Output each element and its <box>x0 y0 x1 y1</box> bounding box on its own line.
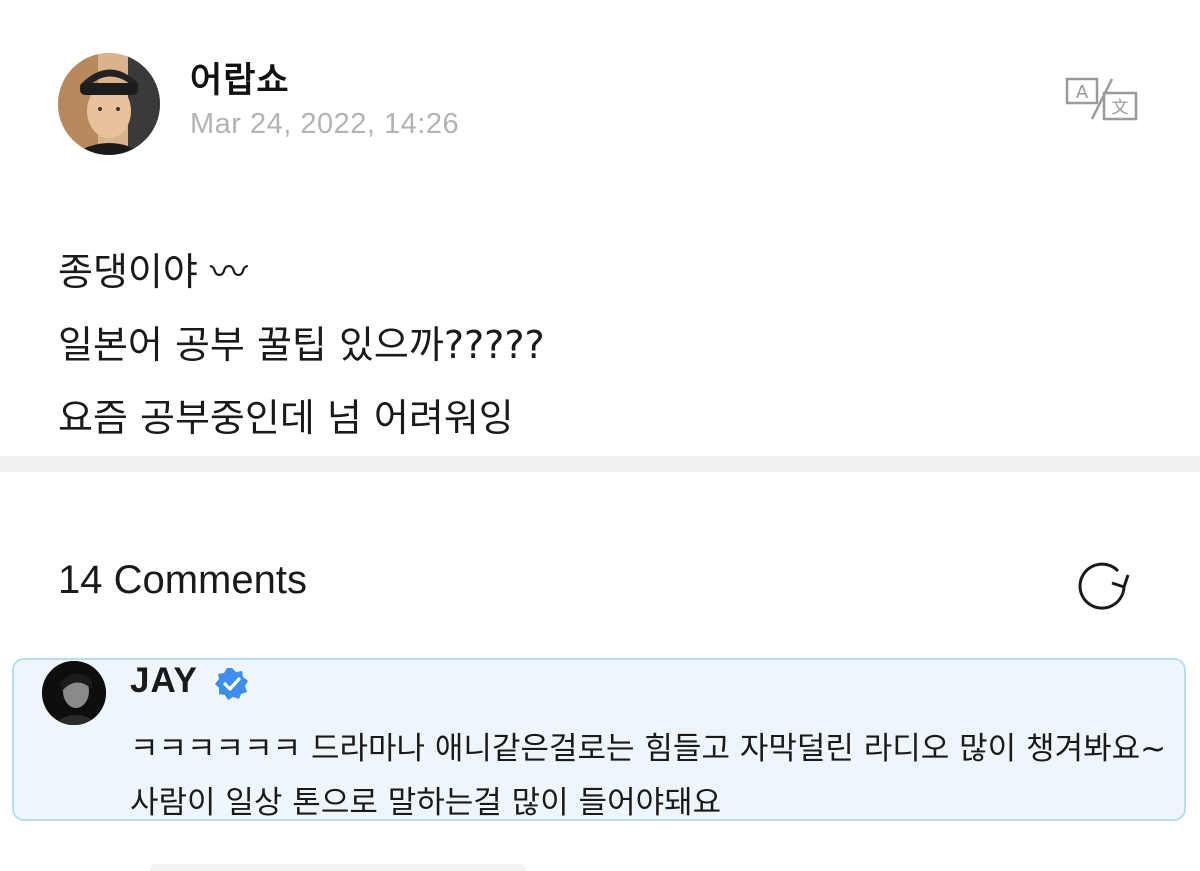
comment-text: ㅋㅋㅋㅋㅋㅋ 드라마나 애니같은걸로는 힘들고 자막덜린 라디오 많이 챙겨봐요… <box>130 731 1167 821</box>
translate-icon[interactable]: A 文 <box>1064 73 1140 125</box>
post-timestamp: Mar 24, 2022, 14:26 <box>190 108 460 140</box>
verified-badge-icon <box>214 666 250 702</box>
svg-text:文: 文 <box>1112 98 1129 118</box>
post-line: 요즘 공부중인데 넘 어려워잉 <box>58 396 514 440</box>
post-card: 어랍쇼 Mar 24, 2022, 14:26 A 文 종댕이야 〰 일본어 공… <box>0 0 1200 456</box>
comment-item[interactable]: JAY ㅋㅋㅋㅋㅋㅋ 드라마나 애니같은걸로는 힘들고 자막덜린 라디오 많이 … <box>12 658 1186 821</box>
commenter-name[interactable]: JAY <box>130 661 198 701</box>
next-comment-preview <box>150 864 526 871</box>
section-divider <box>0 456 1200 472</box>
post-line: 종댕이야 〰 <box>58 250 248 294</box>
refresh-icon[interactable] <box>1072 557 1132 613</box>
author-name[interactable]: 어랍쇼 <box>190 52 290 103</box>
post-line: 일본어 공부 꿀팁 있으까????? <box>58 323 545 367</box>
post-body: 종댕이야 〰 일본어 공부 꿀팁 있으까????? 요즘 공부중인데 넘 어려워… <box>58 236 545 455</box>
author-avatar[interactable] <box>58 53 160 155</box>
svg-text:A: A <box>1076 82 1089 103</box>
commenter-avatar[interactable] <box>42 661 106 725</box>
comments-count-header: 14 Comments <box>58 558 307 602</box>
